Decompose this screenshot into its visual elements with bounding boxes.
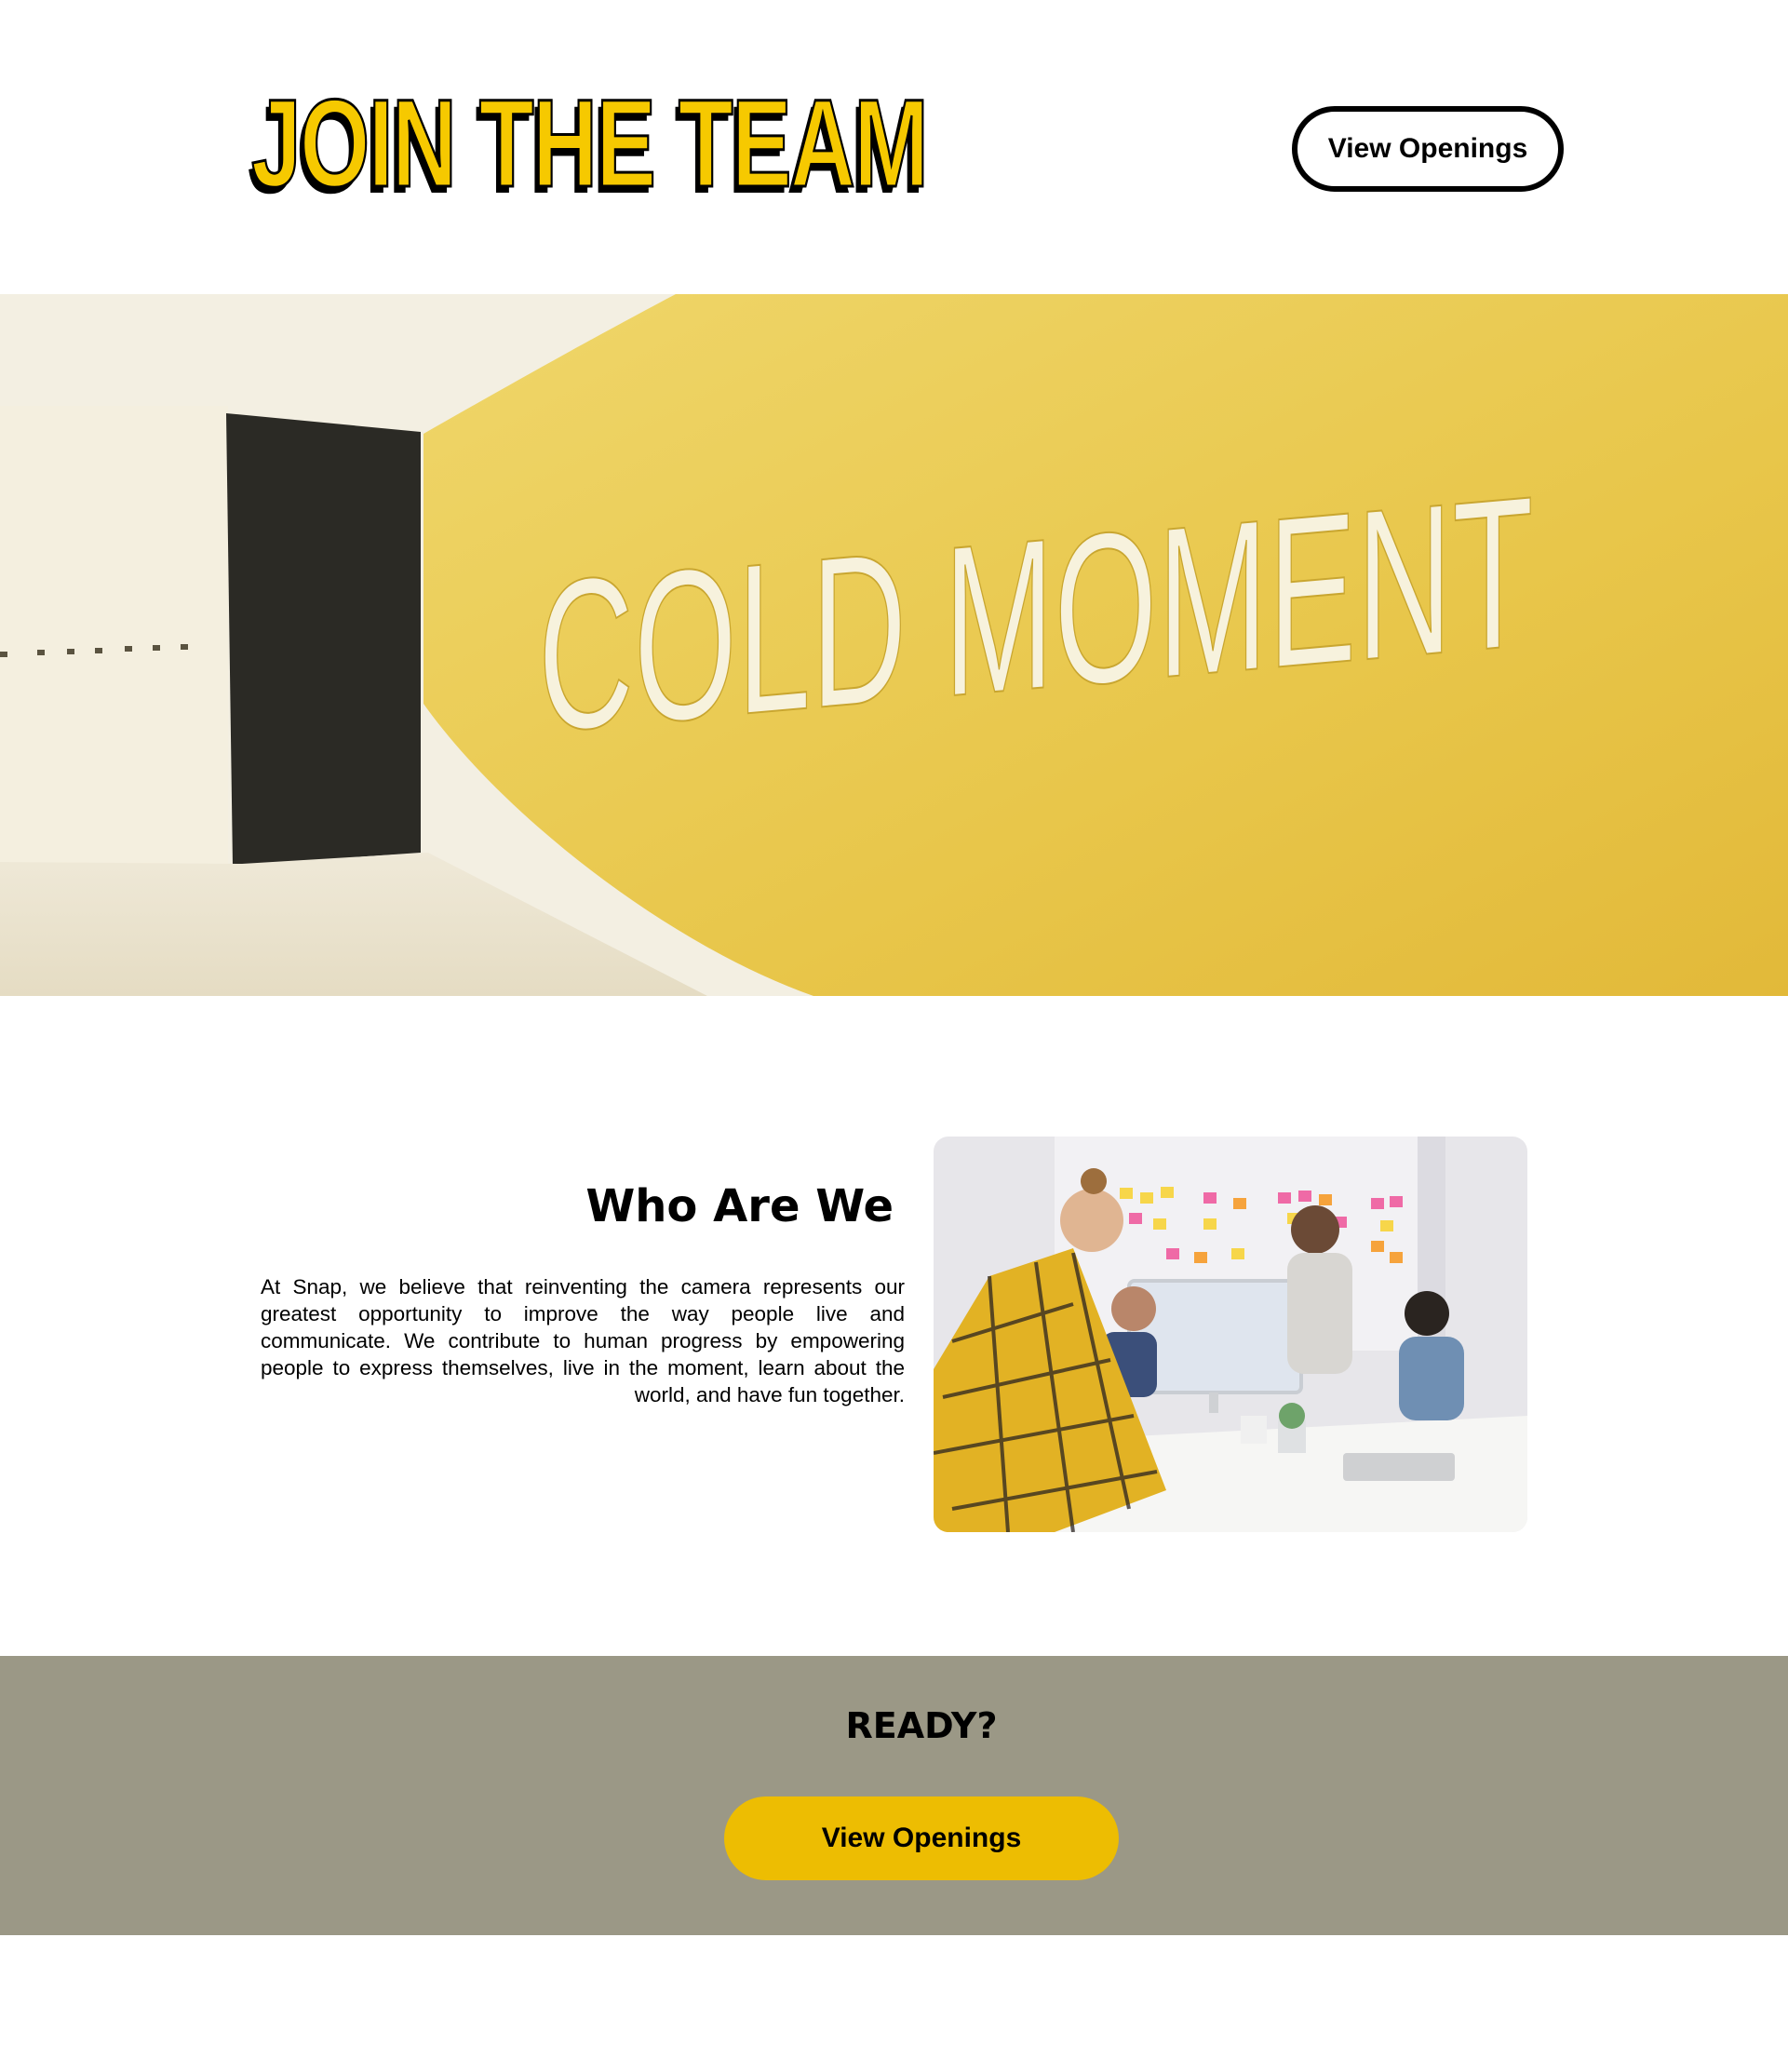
view-openings-cta-button[interactable]: View Openings [724,1796,1119,1880]
view-openings-button[interactable]: View Openings [1292,106,1564,192]
cta-title: READY? [845,1705,998,1746]
about-paragraph: At Snap, we believe that reinventing the… [261,1275,905,1406]
page-title: JOIN THE TEAM [250,74,930,213]
team-meeting-photo [934,1137,1527,1532]
cta-band [0,1656,1788,1935]
section-title: Who Are We [585,1180,894,1232]
hero-image: COLD MOMENT [0,294,1788,996]
